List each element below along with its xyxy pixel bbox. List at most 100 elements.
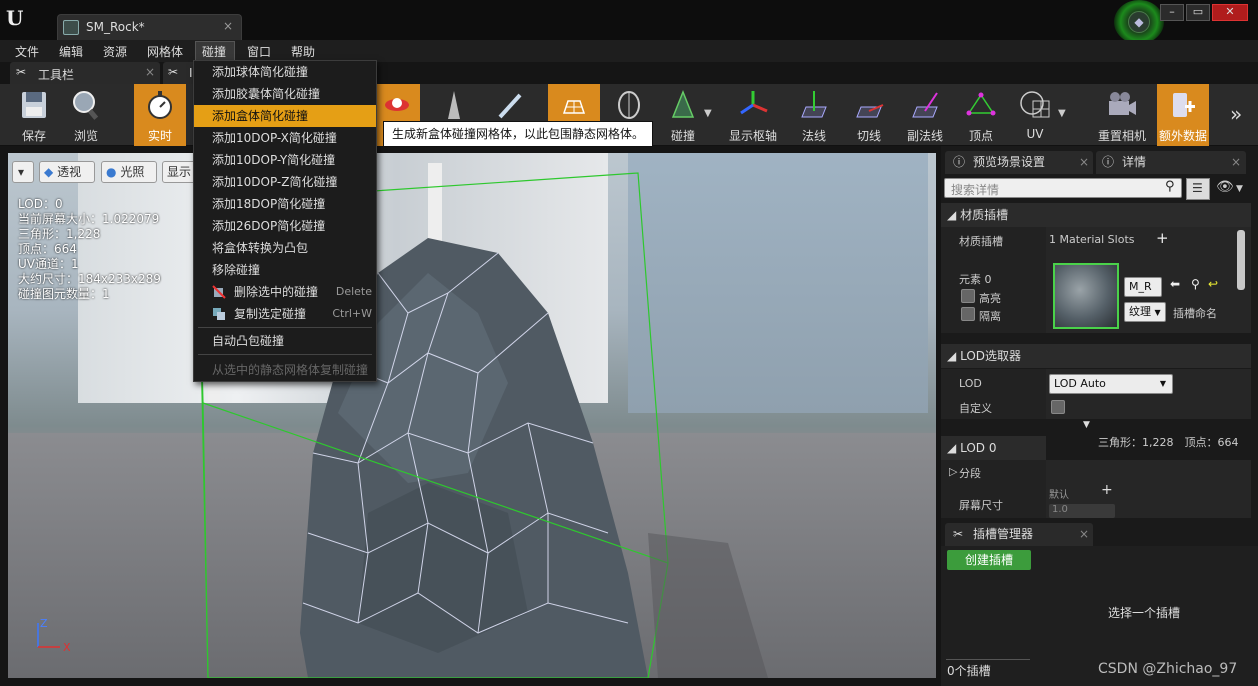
magnifier-icon <box>73 91 99 120</box>
use-selected-arrow-icon[interactable]: ⬅ <box>1170 277 1180 291</box>
camera-icon <box>1109 92 1136 115</box>
show-pivot-button[interactable]: 显示枢轴 <box>727 84 779 146</box>
maximize-button[interactable]: ▭ <box>1186 4 1210 21</box>
search-icon: ⚲ <box>1165 179 1175 194</box>
close-tab-icon[interactable]: × <box>1079 151 1089 173</box>
custom-checkbox[interactable] <box>1051 400 1065 414</box>
perspective-icon: ◆ <box>44 165 54 179</box>
pivot-icon <box>740 91 768 115</box>
document-tab[interactable]: SM_Rock* × <box>57 14 242 40</box>
material-thumbnail[interactable] <box>1053 263 1119 329</box>
menu-item-add-10dop-y[interactable]: 添加10DOP-Y简化碰撞 <box>194 149 376 171</box>
info-icon: ⓘ <box>953 155 966 169</box>
lit-button[interactable]: ● 光照 <box>101 161 157 183</box>
collision-dropdown-icon[interactable]: ▼ <box>704 108 712 119</box>
details-search-input[interactable]: 搜索详情 ⚲ <box>944 178 1182 198</box>
stat-collision-primitives: 碰撞图元数量：1 <box>18 287 110 301</box>
material-slots-section[interactable]: ◢ 材质插槽 <box>941 203 1251 227</box>
view-options-dropdown-icon[interactable]: ▼ <box>1236 184 1243 194</box>
source-control-orb-icon[interactable]: ◆ <box>1114 0 1164 44</box>
reset-icon[interactable]: ↩ <box>1208 277 1218 291</box>
tangents-button[interactable]: 切线 <box>843 84 895 146</box>
menu-item-add-26dop[interactable]: 添加26DOP简化碰撞 <box>194 215 376 237</box>
eye-icon[interactable]: 👁 <box>1216 179 1234 195</box>
normals-button[interactable]: 法线 <box>788 84 840 146</box>
menu-window[interactable]: 窗口 <box>247 43 271 60</box>
menu-help[interactable]: 帮助 <box>291 43 315 60</box>
cage-icon <box>618 91 640 119</box>
unreal-logo-icon[interactable]: U <box>6 6 34 32</box>
menu-item-duplicate-selected[interactable]: 复制选定碰撞 Ctrl+W <box>194 303 376 325</box>
material-combo[interactable]: M_R ▼ <box>1124 277 1162 310</box>
menu-item-add-18dop[interactable]: 添加18DOP简化碰撞 <box>194 193 376 215</box>
menu-item-auto-convex[interactable]: 自动凸包碰撞 <box>194 330 376 352</box>
tower-icon <box>448 91 460 119</box>
vertices-button[interactable]: 顶点 <box>955 84 1007 146</box>
close-tab-icon[interactable]: × <box>1079 523 1089 545</box>
menu-collision[interactable]: 碰撞 <box>202 43 226 60</box>
menu-item-convert-to-convex[interactable]: 将盒体转换为凸包 <box>194 237 376 259</box>
browse-asset-icon[interactable]: ⚲ <box>1191 277 1200 291</box>
lit-icon: ● <box>106 165 117 179</box>
reset-camera-button[interactable]: 重置相机 <box>1096 84 1148 146</box>
tab-details-label: 详情 <box>1122 155 1147 169</box>
lod-picker-section[interactable]: ◢ LOD选取器 <box>941 344 1251 368</box>
texture-label: 纹理 <box>1129 305 1151 318</box>
lod-combo[interactable]: LOD Auto ▼ <box>1049 374 1173 394</box>
material-name: M_R <box>1129 280 1152 293</box>
collision-button[interactable]: 碰撞 <box>657 84 709 146</box>
menu-item-add-box[interactable]: 添加盒体简化碰撞 <box>194 105 376 127</box>
uv-button[interactable]: UV <box>1009 84 1061 146</box>
details-scrollbar[interactable] <box>1237 230 1245 290</box>
close-tab-icon[interactable]: × <box>145 65 155 79</box>
uv-dropdown-icon[interactable]: ▼ <box>1058 108 1066 119</box>
property-matrix-button[interactable]: ☰ <box>1186 178 1210 200</box>
lod0-section[interactable]: ◢ LOD 0 <box>941 436 1046 460</box>
uv-grid-icon <box>1020 91 1050 118</box>
info-icon: ⓘ <box>1102 155 1115 169</box>
menu-item-add-10dop-x[interactable]: 添加10DOP-X简化碰撞 <box>194 127 376 149</box>
extra-data-button[interactable]: 额外数据 <box>1157 84 1209 146</box>
close-tab-icon[interactable]: × <box>223 19 233 33</box>
browse-button[interactable]: 浏览 <box>60 84 112 146</box>
axis-z-label: Z <box>40 617 48 630</box>
tab-socket-manager[interactable]: ✂ 插槽管理器 × <box>945 523 1093 546</box>
menu-item-copy-from-selected[interactable]: 从选中的静态网格体复制碰撞 <box>194 359 376 381</box>
tab-preview-scene-settings[interactable]: ⓘ 预览场景设置 × <box>945 151 1093 174</box>
menu-item-add-capsule[interactable]: 添加胶囊体简化碰撞 <box>194 83 376 105</box>
menu-item-remove-collision[interactable]: 移除碰撞 <box>194 259 376 281</box>
create-socket-button[interactable]: 创建插槽 <box>947 550 1031 570</box>
expand-advanced-icon[interactable]: ▼ <box>1083 420 1090 430</box>
screen-size-field[interactable]: 1.0 <box>1049 504 1115 518</box>
expand-icon[interactable]: ▷ <box>949 465 957 478</box>
menu-file[interactable]: 文件 <box>15 43 39 60</box>
minimize-button[interactable]: – <box>1160 4 1184 21</box>
menu-edit[interactable]: 编辑 <box>59 43 83 60</box>
close-window-button[interactable]: ✕ <box>1212 4 1248 21</box>
menu-mesh[interactable]: 网格体 <box>147 43 183 60</box>
binormals-button[interactable]: 副法线 <box>899 84 951 146</box>
toolbar-overflow-icon[interactable]: » <box>1230 102 1242 126</box>
tab-details[interactable]: ⓘ 详情 × <box>1096 151 1246 174</box>
menu-asset[interactable]: 资源 <box>103 43 127 60</box>
isolate-checkbox[interactable] <box>961 307 975 321</box>
tab-toolbar-label: 工具栏 <box>38 68 75 82</box>
realtime-button[interactable]: 实时 <box>134 84 186 146</box>
add-slot-icon[interactable]: + <box>1156 229 1169 247</box>
viewport[interactable]: ▾ ◆ 透视 ● 光照 显示 LOD：0 当前屏幕大小：1.022079 三角形… <box>8 153 936 678</box>
perspective-button[interactable]: ◆ 透视 <box>39 161 95 183</box>
highlight-checkbox[interactable] <box>961 289 975 303</box>
add-platform-icon[interactable]: + <box>1101 482 1113 498</box>
menu-item-add-sphere[interactable]: 添加球体简化碰撞 <box>194 61 376 83</box>
material-slots-value-row: 1 Material Slots + <box>1046 227 1251 251</box>
tab-toolbar[interactable]: ✂ 工具栏 × <box>10 62 160 84</box>
element-label: 元素 0 <box>959 273 992 286</box>
lod-label: LOD <box>959 377 982 390</box>
menu-item-delete-selected[interactable]: 删除选中的碰撞 Delete <box>194 281 376 303</box>
tangents-icon <box>856 104 884 118</box>
texture-combo[interactable]: 纹理 ▼ <box>1124 302 1166 322</box>
viewport-options-button[interactable]: ▾ <box>12 161 34 183</box>
menu-item-add-10dop-z[interactable]: 添加10DOP-Z简化碰撞 <box>194 171 376 193</box>
default-label: 默认 <box>1049 490 1069 501</box>
close-tab-icon[interactable]: × <box>1231 151 1241 173</box>
